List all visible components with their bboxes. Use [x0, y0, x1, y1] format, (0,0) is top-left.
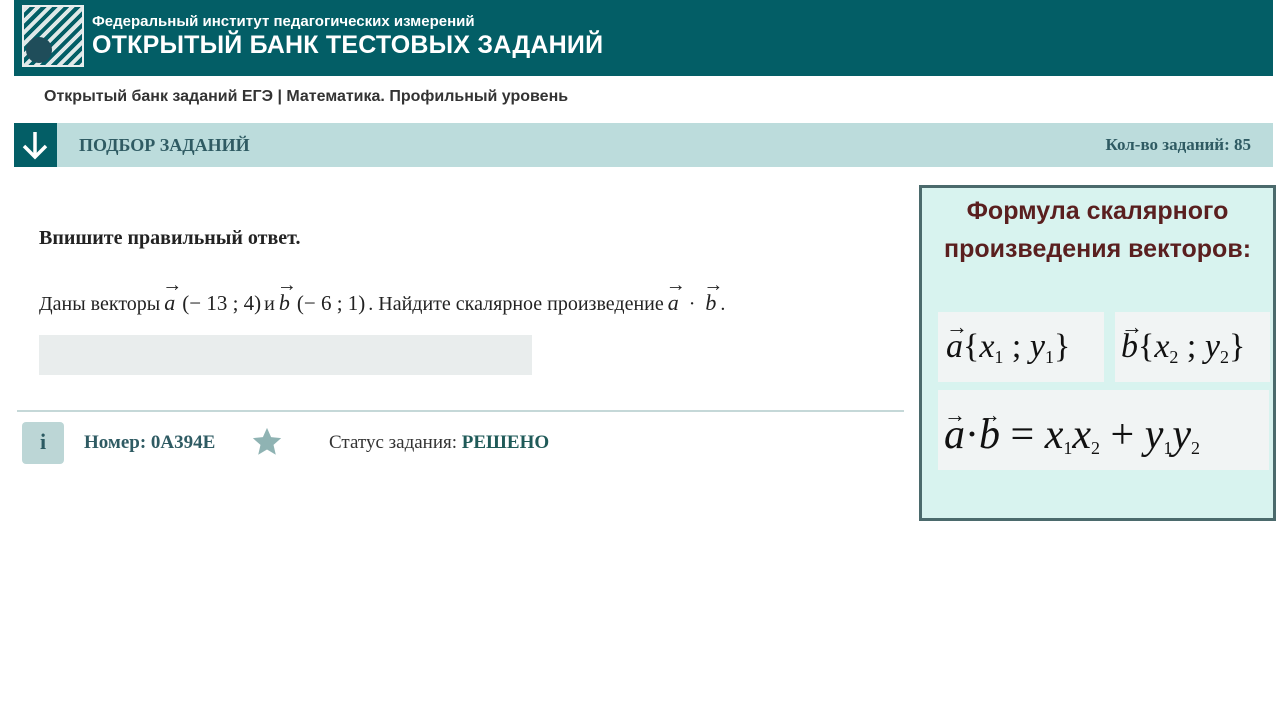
- vector-arrow-icon: →: [276, 274, 297, 296]
- task-status: Статус задания: РЕШЕНО: [329, 432, 549, 454]
- status-label: Статус задания:: [329, 432, 458, 453]
- task-number: Номер: 0А394Е: [84, 432, 216, 453]
- vector-arrow-icon: →: [1121, 314, 1143, 339]
- text-given: Даны векторы: [39, 293, 161, 315]
- divider: [17, 410, 904, 412]
- vector-arrow-icon: →: [946, 314, 968, 339]
- vector-b-coordinates-formula: → b{x2 ; y2}: [1115, 312, 1270, 382]
- vector-arrow-icon: →: [162, 274, 183, 296]
- vector-arrow-icon: →: [703, 274, 724, 296]
- arrow-down-icon: [22, 132, 48, 160]
- breadcrumb[interactable]: Открытый банк заданий ЕГЭ | Математика. …: [44, 88, 568, 106]
- vector-b: → b: [703, 274, 724, 315]
- task-selection-bar[interactable]: ПОДБОР ЗАДАНИЙ Кол-во заданий: 85: [14, 123, 1273, 167]
- text-question: . Найдите скалярное произведение: [368, 293, 664, 315]
- info-button[interactable]: i: [22, 422, 64, 464]
- answer-input[interactable]: [39, 335, 532, 375]
- logo-circle: [26, 37, 52, 63]
- dot-product-formula: → a· → b = x1x2 + y1y2: [938, 390, 1269, 470]
- vector-a-coords: (− 13 ; 4): [182, 291, 262, 315]
- task-instruction: Впишите правильный ответ.: [39, 227, 301, 249]
- fipi-logo[interactable]: [22, 5, 84, 67]
- text-and: и: [264, 293, 275, 315]
- vector-b-coords: (− 6 ; 1): [296, 291, 366, 315]
- dot-operator: ·: [688, 293, 696, 315]
- vector-arrow-icon: →: [665, 274, 686, 296]
- star-icon[interactable]: [250, 425, 284, 459]
- vector-arrow-icon: →: [979, 402, 1001, 427]
- vector-a: → a: [162, 274, 183, 315]
- vector-b: → b: [276, 274, 297, 315]
- status-value: РЕШЕНО: [461, 432, 550, 453]
- task-statement: Даны векторы → a (− 13 ; 4) и → b (− 6 ; 1…: [39, 274, 725, 316]
- vector-a: → a: [665, 274, 686, 315]
- formula-panel: Формула скалярного произведения векторов…: [919, 185, 1276, 521]
- expand-toggle[interactable]: [14, 123, 57, 167]
- vector-arrow-icon: →: [944, 402, 966, 427]
- header-title[interactable]: ОТКРЫТЫЙ БАНК ТЕСТОВЫХ ЗАДАНИЙ: [92, 31, 603, 60]
- header-org-name: Федеральный институт педагогических изме…: [92, 13, 475, 30]
- task-count: Кол-во заданий: 85: [1105, 135, 1252, 154]
- site-header: Федеральный институт педагогических изме…: [14, 0, 1273, 76]
- task-selection-label[interactable]: ПОДБОР ЗАДАНИЙ: [79, 135, 250, 156]
- formula-title: Формула скалярного произведения векторов…: [943, 197, 1252, 263]
